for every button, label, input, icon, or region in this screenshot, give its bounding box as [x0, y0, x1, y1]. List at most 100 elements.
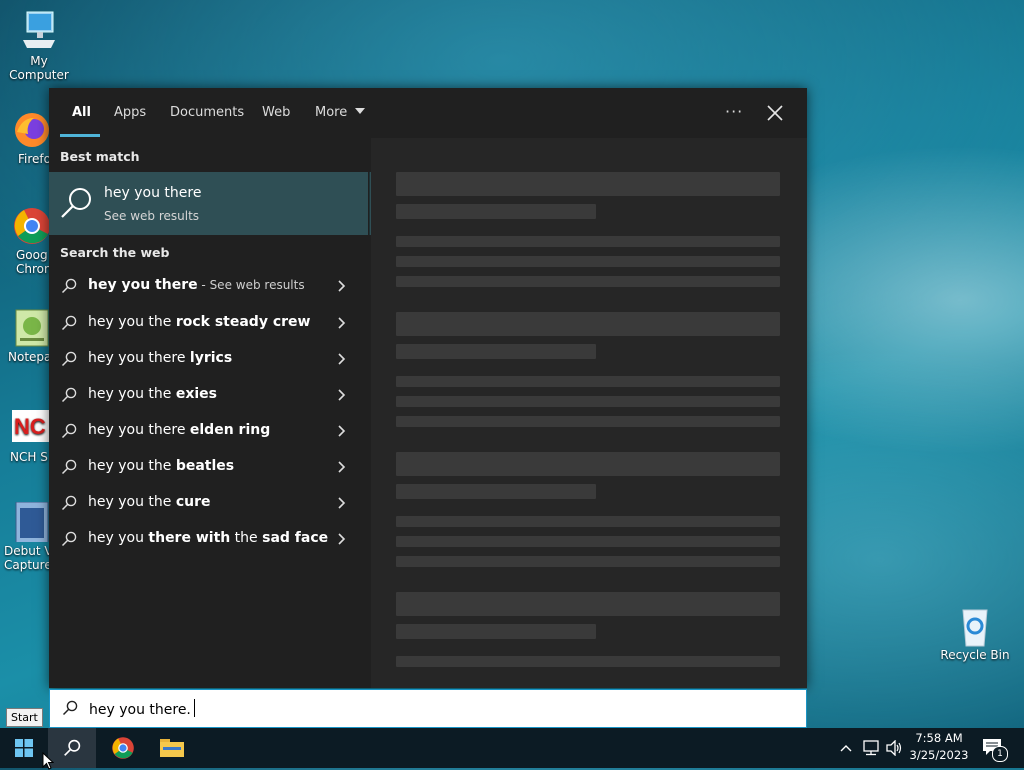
taskbar: 7:58 AM 3/25/2023 1	[0, 728, 1024, 768]
list-item[interactable]: hey you the beatles	[49, 449, 369, 485]
desktop-icon-label: My Computer	[9, 54, 69, 82]
search-input-text[interactable]: hey you there.	[89, 699, 195, 718]
desktop-icon-my-computer[interactable]: My Computer	[0, 10, 78, 82]
search-icon	[61, 459, 77, 475]
result-text-bold: sad face	[262, 530, 329, 546]
clock-time: 7:58 AM	[915, 731, 963, 745]
taskbar-file-explorer-button[interactable]	[148, 728, 196, 768]
notification-count-badge: 1	[992, 746, 1008, 762]
tab-web[interactable]: Web	[262, 105, 290, 120]
result-text-bold: there with	[148, 530, 231, 546]
result-text-bold: elden ring	[189, 422, 271, 438]
loading-placeholder	[396, 416, 780, 427]
tab-documents[interactable]: Documents	[170, 105, 244, 120]
best-match-result[interactable]: hey you there See web results	[49, 172, 368, 235]
loading-placeholder	[396, 556, 780, 567]
list-item[interactable]: hey you there - See web results	[49, 268, 369, 304]
chevron-right-icon	[338, 425, 346, 437]
result-text: hey you the	[88, 314, 176, 330]
network-icon[interactable]	[862, 740, 880, 756]
desktop-icon-notepad[interactable]: Notepa	[0, 308, 51, 364]
best-match-subtitle: See web results	[104, 209, 200, 223]
search-icon	[61, 495, 77, 511]
result-text: hey you the	[88, 494, 176, 510]
windows-logo-icon	[15, 739, 33, 757]
tab-more-label: More	[315, 105, 348, 120]
result-text-bold: rock steady crew	[175, 314, 311, 330]
debut-icon	[12, 501, 52, 547]
result-text: hey you there	[88, 350, 190, 366]
result-text: hey you the	[88, 386, 176, 402]
action-center-button[interactable]: 1	[980, 736, 1008, 762]
search-icon	[61, 423, 77, 439]
desktop-icon-chrome[interactable]: Goog Chron	[0, 206, 52, 276]
tab-more[interactable]: More	[315, 105, 366, 120]
list-item[interactable]: hey you the cure	[49, 485, 369, 521]
result-text-bold: exies	[175, 386, 217, 402]
chevron-right-icon	[338, 317, 346, 329]
loading-placeholder	[396, 656, 780, 667]
result-text-bold: beatles	[175, 458, 235, 474]
caret-down-icon	[355, 108, 366, 114]
desktop-icon-recycle-bin[interactable]: Recycle Bin	[936, 604, 1014, 662]
loading-placeholder	[396, 344, 596, 359]
search-icon	[61, 351, 77, 367]
tab-apps[interactable]: Apps	[114, 105, 146, 120]
desktop-icon-debut[interactable]: Debut V Capture	[0, 501, 53, 572]
search-icon	[61, 387, 77, 403]
list-item[interactable]: hey you there with the sad face	[49, 521, 369, 557]
close-icon[interactable]	[765, 103, 785, 123]
loading-placeholder	[396, 624, 596, 639]
loading-placeholder	[396, 396, 780, 407]
loading-placeholder	[396, 236, 780, 247]
chevron-right-icon	[338, 497, 346, 509]
desktop-icon-nch[interactable]: NC NCH S	[0, 408, 52, 464]
desktop-icon-label: Recycle Bin	[940, 648, 1010, 662]
chevron-right-icon	[338, 389, 346, 401]
preview-pane-loading	[371, 138, 807, 688]
nch-icon: NC	[12, 408, 52, 448]
result-suffix: - See web results	[197, 278, 305, 292]
result-text: hey you there	[88, 422, 190, 438]
desktop-icon-label: NCH S	[10, 450, 48, 464]
chevron-right-icon	[338, 280, 346, 292]
search-icon	[64, 739, 81, 756]
more-options-button[interactable]: ···	[725, 102, 743, 121]
start-button[interactable]	[0, 728, 48, 768]
clock-date: 3/25/2023	[909, 748, 969, 762]
search-icon	[61, 315, 77, 331]
search-tabs: All Apps Documents Web More ···	[49, 88, 807, 138]
taskbar-chrome-button[interactable]	[99, 728, 147, 768]
loading-placeholder	[396, 516, 780, 527]
loading-placeholder	[396, 276, 780, 287]
loading-placeholder	[396, 592, 780, 616]
list-item[interactable]: hey you there elden ring	[49, 413, 369, 449]
list-item[interactable]: hey you the exies	[49, 377, 369, 413]
chrome-icon	[12, 206, 52, 246]
text-caret	[193, 699, 195, 717]
loading-placeholder	[396, 172, 780, 196]
search-web-heading: Search the web	[60, 245, 170, 260]
list-item[interactable]: hey you the rock steady crew	[49, 305, 369, 341]
chevron-up-icon[interactable]	[840, 744, 852, 752]
result-text-bold: lyrics	[189, 350, 233, 366]
result-text: hey you there	[88, 277, 198, 293]
desktop-icon-label: Debut V Capture	[4, 544, 53, 572]
tab-all[interactable]: All	[72, 105, 91, 120]
list-item[interactable]: hey you there lyrics	[49, 341, 369, 377]
volume-icon[interactable]	[885, 740, 903, 756]
taskbar-search-button[interactable]	[48, 728, 96, 768]
result-text: hey you the	[88, 458, 176, 474]
loading-placeholder	[396, 536, 780, 547]
search-box[interactable]: hey you there.	[49, 689, 807, 728]
chevron-right-icon	[338, 353, 346, 365]
search-panel: All Apps Documents Web More ··· Best mat…	[49, 88, 807, 688]
start-tooltip: Start	[6, 708, 43, 727]
desktop-icon-firefox[interactable]: Firefo	[0, 110, 51, 166]
loading-placeholder	[396, 204, 596, 219]
desktop-icon-label: Firefo	[18, 152, 51, 166]
loading-placeholder	[396, 452, 780, 476]
clock[interactable]: 7:58 AM 3/25/2023	[906, 731, 972, 762]
search-icon	[62, 700, 78, 716]
notepad-icon	[12, 308, 52, 348]
